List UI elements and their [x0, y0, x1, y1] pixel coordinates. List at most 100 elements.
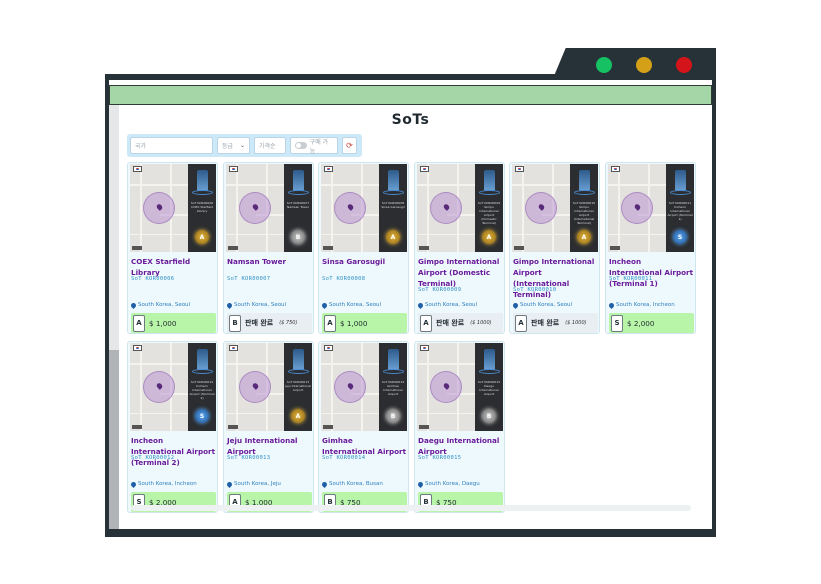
sot-card[interactable]: SoT KOR00011 Incheon International Airpo… — [605, 162, 696, 334]
google-logo-icon — [323, 246, 333, 250]
sot-name[interactable]: Daegu International Airport — [418, 435, 504, 457]
location-text: South Korea, Seoul — [520, 302, 573, 308]
sold-out-label: 판매 완료 — [245, 319, 274, 327]
nft-preview-panel: SoT KOR00007 Namsan Tower B — [284, 164, 312, 252]
map-thumbnail[interactable]: SoT KOR00015 Daegu International Airport… — [417, 343, 503, 431]
price-sort-button[interactable]: 가격순 — [254, 137, 286, 154]
grade-badge: A — [133, 314, 145, 332]
map-thumbnail[interactable]: SoT KOR00013 Jeju International Airport A — [226, 343, 312, 431]
grade-coin-icon: A — [291, 409, 305, 423]
phone-base-icon — [192, 369, 213, 374]
close-dot-icon[interactable] — [676, 57, 692, 73]
sot-card[interactable]: SoT KOR00014 Gimhae International Airpor… — [318, 341, 409, 513]
map-street — [130, 413, 188, 414]
preview-caption: SoT KOR00013 Jeju International Airport — [285, 380, 311, 392]
sot-card[interactable]: SoT KOR00010 Gimpo International Airport… — [509, 162, 600, 334]
phone-base-icon — [670, 190, 691, 195]
grade-coin-icon: B — [291, 230, 305, 244]
sot-card[interactable]: SoT KOR00013 Jeju International Airport A… — [223, 341, 314, 513]
map-thumbnail[interactable]: SoT KOR00008 Sinsa Garosugil A — [321, 164, 407, 252]
sot-name[interactable]: Gimpo International Airport (Internation… — [513, 256, 599, 300]
location-text: South Korea, Seoul — [138, 302, 191, 308]
header-bar — [109, 85, 712, 105]
maximize-dot-icon[interactable] — [596, 57, 612, 73]
refresh-icon[interactable]: ⟳ — [342, 137, 357, 154]
scrollbar[interactable] — [109, 105, 119, 529]
phone-base-icon — [479, 369, 500, 374]
nft-preview-panel: SoT KOR00013 Jeju International Airport A — [284, 343, 312, 431]
location-pin-icon — [320, 301, 329, 309]
phone-icon — [579, 170, 590, 191]
sot-card[interactable]: SoT KOR00006 COEX Starfield Library A COEX… — [127, 162, 218, 334]
korea-flag-icon — [611, 166, 620, 172]
sot-card[interactable]: SoT KOR00009 Gimpo International Airport… — [414, 162, 505, 334]
buy-price-bar[interactable]: A $ 1,000 — [131, 313, 216, 333]
preview-caption: SoT KOR00008 Sinsa Garosugil — [381, 201, 405, 209]
grade-select[interactable]: 등급 ⌄ — [217, 137, 250, 154]
minimize-dot-icon[interactable] — [636, 57, 652, 73]
map-thumbnail[interactable]: SoT KOR00007 Namsan Tower B — [226, 164, 312, 252]
korea-flag-icon — [324, 345, 333, 351]
google-logo-icon — [419, 425, 429, 429]
preview-caption: SoT KOR00009 Gimpo International Airport… — [477, 201, 501, 225]
sot-location: South Korea, Incheon — [607, 301, 695, 309]
toggle-switch-icon — [295, 142, 307, 149]
nft-preview-panel: SoT KOR00012 Incheon International Airpo… — [188, 343, 216, 431]
sot-card[interactable]: SoT KOR00008 Sinsa Garosugil A Sinsa Garos… — [318, 162, 409, 334]
location-pin-icon — [225, 480, 234, 488]
sot-code: SoT KOR00015 — [418, 455, 462, 461]
preview-caption: SoT KOR00015 Daegu International Airport — [477, 380, 501, 396]
price-text: $ 1,000 — [149, 318, 177, 328]
map-street — [522, 164, 524, 252]
sot-name[interactable]: Gimpo International Airport (Domestic Te… — [418, 256, 504, 289]
map-street — [321, 413, 379, 414]
location-pin-icon — [416, 301, 425, 309]
google-logo-icon — [610, 246, 620, 250]
app-window: SoTs 국가 등급 ⌄ 가격순 구매 가능 ⟳ SoT KOR00006 CO… — [109, 80, 712, 529]
map-street — [331, 343, 333, 431]
map-thumbnail[interactable]: SoT KOR00009 Gimpo International Airport… — [417, 164, 503, 252]
buy-price-bar[interactable]: A $ 1,000 — [322, 313, 407, 333]
sot-name[interactable]: Gimhae International Airport — [322, 435, 408, 457]
map-thumbnail[interactable]: SoT KOR00012 Incheon International Airpo… — [130, 343, 216, 431]
buy-price-bar[interactable]: S $ 2,000 — [609, 313, 694, 333]
country-search-input[interactable]: 국가 — [130, 137, 213, 154]
sot-location: South Korea, Seoul — [320, 301, 408, 309]
sot-name[interactable]: COEX Starfield Library — [131, 256, 217, 278]
sot-name[interactable]: Incheon International Airport (Terminal … — [609, 256, 695, 289]
map-street — [417, 413, 475, 414]
map-thumbnail[interactable]: SoT KOR00006 COEX Starfield Library A — [130, 164, 216, 252]
korea-flag-icon — [133, 345, 142, 351]
grade-badge: S — [611, 314, 623, 332]
filter-bar: 국가 등급 ⌄ 가격순 구매 가능 ⟳ — [127, 134, 362, 157]
nft-preview-panel: SoT KOR00009 Gimpo International Airport… — [475, 164, 503, 252]
location-text: South Korea, Seoul — [329, 302, 382, 308]
sot-card[interactable]: SoT KOR00007 Namsan Tower B Namsan Tower So… — [223, 162, 314, 334]
map-thumbnail[interactable]: SoT KOR00010 Gimpo International Airport… — [512, 164, 598, 252]
map-street — [512, 234, 570, 235]
nft-preview-panel: SoT KOR00011 Incheon International Airpo… — [666, 164, 694, 252]
map-street — [608, 184, 666, 186]
location-text: South Korea, Incheon — [616, 302, 675, 308]
sold-out-bar: B 판매 완료 ($ 750) — [227, 313, 312, 333]
map-thumbnail[interactable]: SoT KOR00014 Gimhae International Airpor… — [321, 343, 407, 431]
location-text: South Korea, Busan — [329, 481, 383, 487]
sot-card[interactable]: SoT KOR00015 Daegu International Airport… — [414, 341, 505, 513]
map-thumbnail[interactable]: SoT KOR00011 Incheon International Airpo… — [608, 164, 694, 252]
sot-name[interactable]: Namsan Tower — [227, 256, 313, 267]
phone-base-icon — [288, 190, 309, 195]
sot-name[interactable]: Incheon International Airport (Terminal … — [131, 435, 217, 468]
korea-flag-icon — [229, 166, 238, 172]
sot-name[interactable]: Sinsa Garosugil — [322, 256, 408, 267]
sot-code: SoT KOR00013 — [227, 455, 271, 461]
available-toggle[interactable]: 구매 가능 — [290, 137, 338, 155]
sot-name[interactable]: Jeju International Airport — [227, 435, 313, 457]
location-text: South Korea, Incheon — [138, 481, 197, 487]
map-street — [236, 343, 238, 431]
sot-card[interactable]: SoT KOR00012 Incheon International Airpo… — [127, 341, 218, 513]
sot-location: South Korea, Incheon — [129, 480, 217, 488]
google-logo-icon — [514, 246, 524, 250]
sot-code: SoT KOR00010 — [513, 287, 557, 293]
map-street — [236, 164, 238, 252]
location-text: South Korea, Daegu — [425, 481, 480, 487]
